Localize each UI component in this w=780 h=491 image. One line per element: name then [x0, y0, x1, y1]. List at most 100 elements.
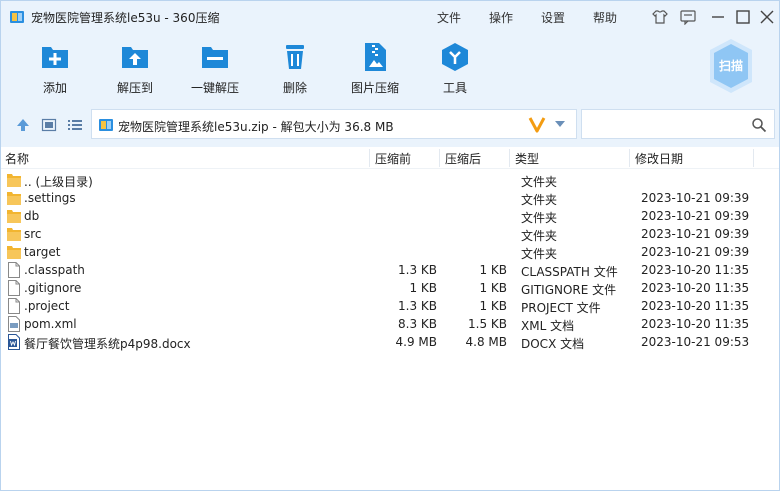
search-icon[interactable] [751, 117, 767, 133]
window-title: 宠物医院管理系统le53u - 360压缩 [31, 11, 220, 25]
scan-button[interactable]: 扫描 [707, 37, 755, 95]
add-icon [42, 47, 68, 68]
file-name: src [24, 227, 42, 241]
chevron-down-icon[interactable] [554, 120, 566, 128]
file-type: GITIGNORE 文件 [521, 283, 617, 297]
xml-file-icon [8, 316, 20, 332]
file-compressed-size: 4.8 MB [465, 335, 507, 349]
file-size: 1 KB [409, 281, 437, 295]
file-row[interactable]: .. (上级目录) 文件夹 [1, 171, 779, 189]
file-row[interactable]: pom.xml 8.3 KB 1.5 KB XML 文档 2023-10-20 … [1, 315, 779, 333]
file-type: PROJECT 文件 [521, 301, 601, 315]
file-type: 文件夹 [521, 229, 558, 243]
column-divider[interactable] [509, 149, 510, 167]
file-icon [8, 280, 20, 296]
file-row[interactable]: .project 1.3 KB 1 KB PROJECT 文件 2023-10-… [1, 297, 779, 315]
file-name: .. (上级目录) [24, 175, 93, 189]
file-type: 文件夹 [521, 193, 558, 207]
column-divider[interactable] [629, 149, 630, 167]
detail-view-icon[interactable] [41, 117, 57, 133]
file-name: 餐厅餐饮管理系统p4p98.docx [24, 337, 191, 351]
tools-icon [442, 43, 468, 71]
archive-icon [99, 119, 113, 131]
file-date: 2023-10-21 09:39 [641, 245, 750, 259]
file-row[interactable]: src 文件夹 2023-10-21 09:39 [1, 225, 779, 243]
header-name[interactable]: 名称 [5, 150, 29, 167]
title-bar[interactable]: 宠物医院管理系统le53u - 360压缩 文件 操作 设置 帮助 [1, 1, 779, 33]
file-date: 2023-10-20 11:35 [641, 299, 750, 313]
toolbar: 添加 解压到 一键解压 删除 图片压缩 工具 [1, 33, 779, 103]
add-button[interactable]: 添加 [20, 33, 90, 103]
image-compress-icon [365, 43, 386, 71]
delete-label: 删除 [282, 81, 307, 95]
file-size: 1.3 KB [398, 263, 437, 277]
column-divider[interactable] [439, 149, 440, 167]
minimize-icon[interactable] [709, 9, 727, 25]
feedback-icon[interactable] [679, 9, 697, 25]
folder-icon [7, 174, 21, 187]
file-name: target [24, 245, 61, 259]
close-icon[interactable] [758, 9, 776, 25]
file-type: XML 文档 [521, 319, 575, 333]
file-date: 2023-10-21 09:39 [641, 209, 750, 223]
one-click-extract-icon [202, 47, 228, 68]
scan-label: 扫描 [719, 58, 743, 73]
header-date[interactable]: 修改日期 [635, 150, 683, 167]
header-size[interactable]: 压缩前 [375, 150, 411, 167]
menu-help[interactable]: 帮助 [593, 9, 617, 26]
search-input[interactable] [581, 109, 775, 139]
path-field[interactable]: 宠物医院管理系统le53u.zip - 解包大小为 36.8 MB [91, 109, 577, 139]
list-view-icon[interactable] [67, 117, 83, 133]
file-date: 2023-10-20 11:35 [641, 317, 750, 331]
column-divider[interactable] [753, 149, 754, 167]
image-compress-button[interactable]: 图片压缩 [340, 33, 410, 103]
file-date: 2023-10-21 09:53 [641, 335, 750, 349]
header-compressed-size[interactable]: 压缩后 [445, 150, 481, 167]
menu-settings[interactable]: 设置 [541, 9, 565, 26]
folder-icon [7, 210, 21, 223]
file-row[interactable]: .classpath 1.3 KB 1 KB CLASSPATH 文件 2023… [1, 261, 779, 279]
image-compress-label: 图片压缩 [350, 81, 399, 95]
file-type: 文件夹 [521, 247, 558, 261]
file-icon [8, 298, 20, 314]
file-row[interactable]: 餐厅餐饮管理系统p4p98.docx 4.9 MB 4.8 MB DOCX 文档… [1, 333, 779, 351]
folder-icon [7, 192, 21, 205]
menu-file[interactable]: 文件 [437, 9, 461, 26]
file-row[interactable]: db 文件夹 2023-10-21 09:39 [1, 207, 779, 225]
tools-button[interactable]: 工具 [420, 33, 490, 103]
folder-icon [7, 246, 21, 259]
file-compressed-size: 1.5 KB [468, 317, 507, 331]
menu-operate[interactable]: 操作 [489, 9, 513, 26]
file-row[interactable]: .settings 文件夹 2023-10-21 09:39 [1, 189, 779, 207]
folder-icon [7, 228, 21, 241]
file-size: 8.3 KB [398, 317, 437, 331]
file-name: pom.xml [24, 317, 77, 331]
extract-to-button[interactable]: 解压到 [100, 33, 170, 103]
file-size: 1.3 KB [398, 299, 437, 313]
app-logo-icon [10, 11, 24, 23]
file-compressed-size: 1 KB [479, 281, 507, 295]
header-type[interactable]: 类型 [515, 150, 539, 167]
file-name: .classpath [24, 263, 85, 277]
file-row[interactable]: .gitignore 1 KB 1 KB GITIGNORE 文件 2023-1… [1, 279, 779, 297]
file-type: 文件夹 [521, 211, 558, 225]
delete-button[interactable]: 删除 [260, 33, 330, 103]
delete-icon [286, 45, 304, 69]
file-type: CLASSPATH 文件 [521, 265, 618, 279]
docx-file-icon [8, 334, 20, 350]
extract-to-label: 解压到 [116, 81, 153, 95]
one-click-extract-button[interactable]: 一键解压 [180, 33, 250, 103]
skin-icon[interactable] [651, 9, 669, 25]
file-date: 2023-10-20 11:35 [641, 263, 750, 277]
column-divider[interactable] [369, 149, 370, 167]
app-window: 宠物医院管理系统le53u - 360压缩 文件 操作 设置 帮助 添加 解压到… [0, 0, 780, 491]
file-date: 2023-10-21 09:39 [641, 227, 750, 241]
maximize-icon[interactable] [734, 9, 752, 25]
one-click-extract-label: 一键解压 [190, 81, 239, 95]
file-size: 4.9 MB [395, 335, 437, 349]
up-arrow-icon[interactable] [15, 117, 31, 133]
v-check-icon[interactable] [528, 114, 546, 134]
file-row[interactable]: target 文件夹 2023-10-21 09:39 [1, 243, 779, 261]
file-name: .settings [24, 191, 76, 205]
file-compressed-size: 1 KB [479, 263, 507, 277]
